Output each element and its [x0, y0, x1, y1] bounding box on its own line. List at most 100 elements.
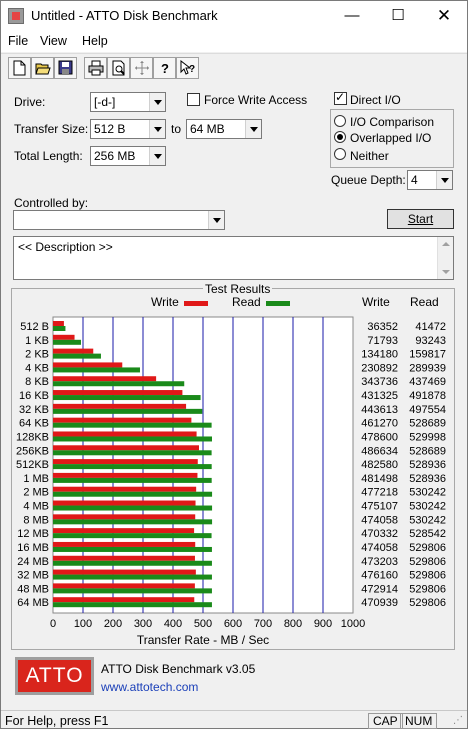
force-write-label: Force Write Access	[204, 93, 308, 107]
read-value: 530242	[409, 501, 446, 513]
help-icon[interactable]: ?	[153, 57, 176, 79]
overlapped-io-label: Overlapped I/O	[350, 131, 432, 145]
resize-grip-icon[interactable]: ⋰	[453, 715, 463, 726]
direct-io-label: Direct I/O	[350, 93, 401, 107]
read-value: 528542	[409, 528, 446, 540]
neither-radio[interactable]	[334, 148, 346, 160]
write-value: 481498	[361, 473, 398, 485]
write-value: 475107	[361, 501, 398, 513]
x-tick-label: 700	[254, 618, 272, 630]
write-bar	[53, 514, 196, 520]
transfer-from-value: 512 B	[94, 122, 126, 136]
print-icon[interactable]	[84, 57, 107, 79]
scroll-down-icon[interactable]	[442, 270, 450, 274]
to-label: to	[171, 122, 182, 136]
queue-depth-select[interactable]: 4	[407, 170, 453, 190]
x-tick-label: 200	[104, 618, 122, 630]
read-value: 529806	[409, 542, 446, 554]
read-value: 159817	[409, 349, 446, 361]
product-name: ATTO Disk Benchmark v3.05	[101, 662, 256, 676]
write-bar	[53, 362, 123, 368]
new-icon[interactable]	[8, 57, 31, 79]
read-value: 529998	[409, 431, 446, 443]
x-tick-label: 800	[284, 618, 302, 630]
save-icon[interactable]	[54, 57, 77, 79]
write-value: 474058	[361, 514, 398, 526]
write-bar	[53, 569, 196, 575]
description-text: << Description >>	[18, 240, 113, 254]
direct-io-checkbox[interactable]	[334, 90, 347, 105]
write-bar	[53, 445, 199, 451]
x-tick-label: 1000	[341, 618, 365, 630]
start-button-label: Start	[407, 212, 434, 226]
read-value: 497554	[409, 404, 446, 416]
chevron-down-icon[interactable]	[149, 120, 165, 138]
open-icon[interactable]	[31, 57, 54, 79]
controlled-by-select[interactable]	[13, 210, 225, 230]
chevron-down-icon[interactable]	[436, 171, 452, 189]
transfer-size-to-select[interactable]: 64 MB	[186, 119, 262, 139]
app-window: Untitled - ATTO Disk Benchmark — ☐ ✕ Fil…	[0, 0, 468, 729]
num-indicator: NUM	[400, 713, 438, 729]
read-bar	[53, 602, 212, 608]
close-button[interactable]: ✕	[421, 1, 467, 31]
svg-text:?: ?	[161, 61, 169, 76]
atto-website-link[interactable]: www.attotech.com	[101, 680, 198, 694]
write-bar	[53, 348, 94, 354]
chevron-down-icon[interactable]	[149, 147, 165, 165]
chevron-down-icon[interactable]	[208, 211, 224, 229]
maximize-button[interactable]: ☐	[375, 1, 421, 31]
transfer-size-from-select[interactable]: 512 B	[90, 119, 166, 139]
read-value: 529806	[409, 583, 446, 595]
write-bar	[53, 321, 64, 326]
write-value: 473203	[361, 556, 398, 568]
chart-x-ticks: 0 100 200 300 400 500 600 700 800 900 1000	[50, 618, 365, 630]
x-tick-label: 400	[164, 618, 182, 630]
write-value: 443613	[361, 404, 398, 416]
write-bar	[53, 583, 195, 589]
menu-file[interactable]: File	[8, 34, 28, 48]
total-length-select[interactable]: 256 MB	[90, 146, 166, 166]
read-value: 529806	[409, 556, 446, 568]
svg-text:?: ?	[189, 64, 195, 75]
write-bar	[53, 597, 195, 603]
read-bar	[53, 450, 212, 456]
status-text: For Help, press F1	[5, 714, 109, 728]
force-write-checkbox[interactable]	[187, 93, 200, 106]
x-tick-label: 300	[134, 618, 152, 630]
category-label: 4 MB	[23, 501, 49, 513]
chevron-down-icon[interactable]	[149, 93, 165, 111]
menu-view[interactable]: View	[40, 34, 67, 48]
read-bar	[53, 588, 212, 594]
move-icon[interactable]	[130, 57, 153, 79]
read-bar	[53, 353, 101, 359]
write-bar	[53, 555, 195, 561]
cap-indicator: CAP	[368, 713, 403, 729]
col-read-header: Read	[410, 295, 439, 309]
write-bar	[53, 403, 187, 409]
col-write-header: Write	[362, 295, 390, 309]
chevron-down-icon[interactable]	[245, 120, 261, 138]
write-value: 470939	[361, 597, 398, 609]
category-label: 64 KB	[19, 418, 49, 430]
print-preview-icon[interactable]	[107, 57, 130, 79]
context-help-icon[interactable]: ?	[176, 57, 199, 79]
read-bar	[53, 477, 212, 483]
read-value: 528689	[409, 445, 446, 457]
read-bar	[53, 546, 212, 552]
menu-help[interactable]: Help	[82, 34, 108, 48]
atto-logo: ATTO	[15, 657, 94, 695]
description-box[interactable]: << Description >>	[13, 236, 454, 280]
x-tick-label: 100	[74, 618, 92, 630]
overlapped-io-radio[interactable]	[334, 131, 346, 143]
menu-bar: File View Help	[1, 31, 467, 52]
category-label: 48 MB	[17, 583, 49, 595]
drive-select[interactable]: [-d-]	[90, 92, 166, 112]
scroll-up-icon[interactable]	[442, 242, 450, 246]
description-scrollbar[interactable]	[437, 237, 453, 279]
category-label: 16 MB	[17, 542, 49, 554]
start-button[interactable]: Start	[387, 209, 454, 229]
queue-depth-label: Queue Depth:	[331, 173, 406, 187]
io-comparison-radio[interactable]	[334, 115, 346, 127]
minimize-button[interactable]: —	[329, 1, 375, 31]
